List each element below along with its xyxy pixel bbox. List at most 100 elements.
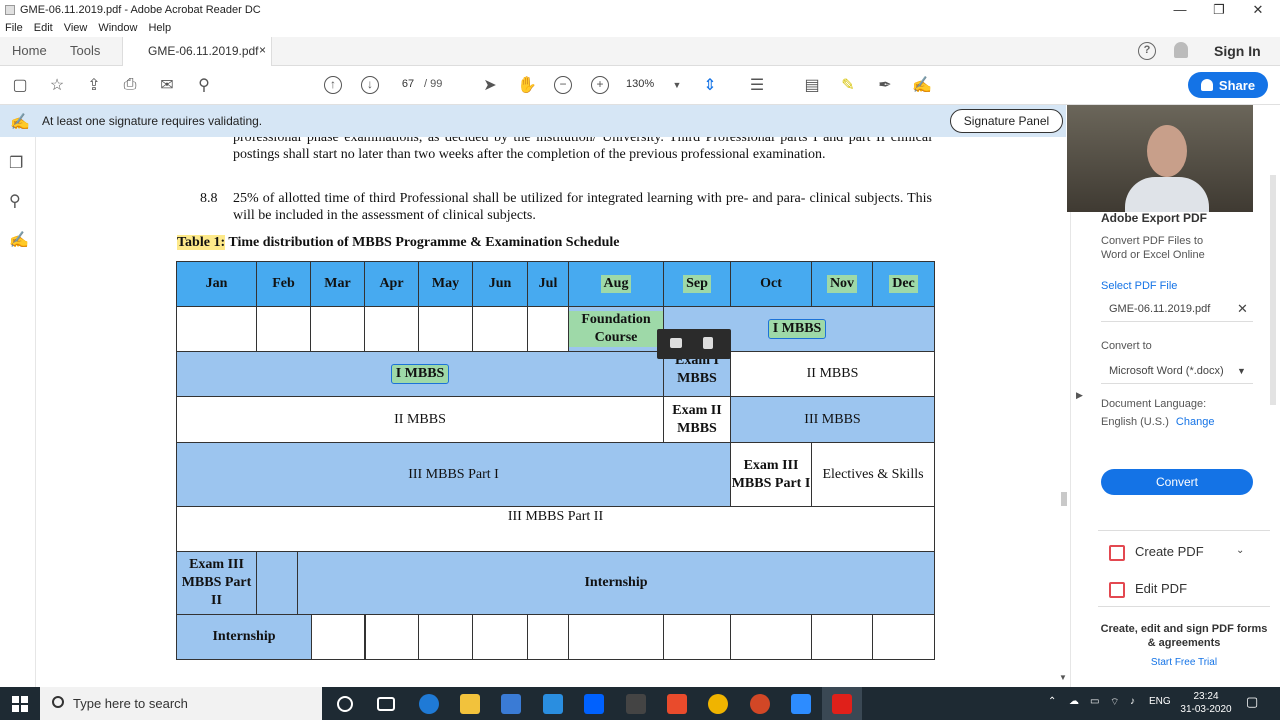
tab-tools[interactable]: Tools [70, 43, 100, 58]
tab-bar: Home Tools GME-06.11.2019.pdf × ? Sign I… [0, 37, 1280, 66]
zoom-in-icon[interactable]: + [590, 75, 610, 95]
windows-taskbar: Type here to search ⌃ ☁ ▭ ⌔ ♪ ENG 23:24 … [0, 687, 1280, 720]
fill-sign-icon[interactable]: ✍ [912, 75, 932, 95]
month-header: Apr [364, 261, 419, 307]
edge-browser-icon[interactable] [419, 694, 439, 714]
mail-icon[interactable] [543, 694, 563, 714]
scroll-mode-icon[interactable]: ☰ [747, 75, 767, 95]
powerpoint-icon[interactable] [750, 694, 770, 714]
document-viewport[interactable]: professional phase examinations, as deci… [37, 137, 1066, 687]
menu-file[interactable]: File [5, 22, 23, 34]
menu-help[interactable]: Help [148, 22, 171, 34]
selected-file-field[interactable]: GME-06.11.2019.pdf ✕ [1101, 298, 1253, 322]
print-icon[interactable]: ⎙ [120, 75, 140, 95]
i-mbbs-annotation[interactable]: I MBBS [767, 319, 827, 339]
cortana-icon[interactable] [337, 696, 353, 712]
zoom-out-icon[interactable]: − [553, 75, 573, 95]
convert-format-select[interactable]: Microsoft Word (*.docx) ▼ [1101, 360, 1253, 384]
fit-page-icon[interactable]: ⇕ [700, 75, 720, 95]
zoom-app-icon[interactable] [791, 694, 811, 714]
next-page-icon[interactable]: ↓ [360, 75, 380, 95]
highlight-pen-icon[interactable]: ✎ [838, 75, 858, 95]
chrome-icon[interactable] [708, 694, 728, 714]
acrobat-taskbar-icon[interactable] [832, 694, 852, 714]
notifications-icon[interactable]: ▢ [1246, 694, 1258, 710]
battery-icon[interactable]: ▭ [1090, 696, 1099, 707]
tray-chevron-icon[interactable]: ⌃ [1048, 696, 1056, 707]
convert-button[interactable]: Convert [1101, 469, 1253, 495]
search-icon[interactable]: ⚲ [194, 75, 214, 95]
signature-notification-bar: ✍ At least one signature requires valida… [0, 105, 1066, 137]
month-label: Dec [889, 275, 918, 293]
windows-start-icon[interactable] [12, 696, 28, 712]
minimize-button[interactable]: — [1160, 0, 1200, 19]
signature-pen-rail-icon[interactable]: ✍ [9, 230, 29, 250]
page-thumbnails-icon[interactable]: ❐ [9, 153, 23, 173]
upload-cloud-icon[interactable]: ⇪ [84, 75, 104, 95]
restore-button[interactable]: ❐ [1199, 0, 1239, 19]
select-pdf-file-label[interactable]: Select PDF File [1101, 279, 1177, 293]
save-icon[interactable]: ▢ [10, 75, 30, 95]
chevron-down-icon[interactable]: ⌄ [1236, 545, 1244, 556]
taskbar-search-box[interactable]: Type here to search [40, 687, 322, 720]
onedrive-cloud-icon[interactable]: ☁ [1069, 696, 1079, 707]
task-view-icon[interactable] [377, 697, 395, 711]
start-free-trial-link[interactable]: Start Free Trial [1098, 657, 1270, 668]
document-tab-label: GME-06.11.2019.pdf [148, 44, 259, 58]
store-icon[interactable] [501, 694, 521, 714]
notes-app-icon[interactable] [626, 694, 646, 714]
page-number-input[interactable]: 67 [396, 78, 420, 94]
scrollbar-thumb[interactable] [1061, 492, 1067, 506]
previous-page-icon[interactable]: ↑ [323, 75, 343, 95]
month-header: Jul [527, 261, 569, 307]
right-scrollbar-thumb[interactable] [1270, 175, 1276, 405]
menu-edit[interactable]: Edit [34, 22, 53, 34]
draw-signature-icon[interactable]: ✒ [875, 75, 895, 95]
share-button[interactable]: Share [1188, 72, 1268, 98]
delete-trash-icon[interactable] [703, 337, 713, 349]
network-icon[interactable]: ⌔ [1110, 696, 1119, 709]
menu-view[interactable]: View [64, 22, 88, 34]
input-language[interactable]: ENG [1149, 696, 1171, 707]
scroll-down-arrow-icon[interactable]: ▼ [1059, 673, 1067, 682]
i-mbbs-annotation[interactable]: I MBBS [390, 364, 450, 384]
zoom-level-select[interactable]: 130% [626, 78, 654, 90]
bookmark-star-icon[interactable]: ☆ [47, 75, 67, 95]
menu-window[interactable]: Window [98, 22, 137, 34]
edit-pdf-tool[interactable]: Edit PDF [1109, 581, 1187, 598]
close-window-button[interactable]: ✕ [1238, 0, 1278, 19]
email-icon[interactable]: ✉ [157, 75, 177, 95]
file-explorer-icon[interactable] [460, 694, 480, 714]
hand-tool-icon[interactable]: ✋ [517, 75, 537, 95]
edit-pdf-label: Edit PDF [1135, 581, 1188, 596]
empty-cell [568, 614, 664, 660]
document-language-value: English (U.S.) [1101, 416, 1169, 428]
attachments-paperclip-icon[interactable]: ⚲ [9, 191, 21, 211]
zoom-dropdown-chevron-icon[interactable]: ▼ [667, 75, 687, 95]
dropbox-icon[interactable] [584, 694, 604, 714]
notification-bell-icon[interactable] [1174, 42, 1188, 58]
comment-icon[interactable]: ▤ [802, 75, 822, 95]
clear-file-icon[interactable]: ✕ [1237, 301, 1248, 317]
tab-home[interactable]: Home [12, 43, 47, 58]
sign-in-link[interactable]: Sign In [1214, 43, 1261, 59]
system-clock[interactable]: 23:24 31-03-2020 [1176, 690, 1236, 716]
volume-icon[interactable]: ♪ [1130, 696, 1135, 707]
help-icon[interactable]: ? [1138, 42, 1156, 60]
create-pdf-tool[interactable]: Create PDF [1109, 544, 1204, 561]
month-label: Sep [683, 275, 711, 293]
close-tab-icon[interactable]: × [259, 43, 266, 57]
tab-document[interactable]: GME-06.11.2019.pdf × [122, 37, 272, 66]
foundation-course-cell: Foundation Course [568, 306, 664, 352]
office-icon[interactable] [667, 694, 687, 714]
empty-cell [256, 306, 311, 352]
document-scrollbar[interactable]: ▼ [1058, 137, 1070, 687]
change-language-link[interactable]: Change [1176, 416, 1215, 428]
select-cursor-icon[interactable]: ➤ [480, 75, 500, 95]
annotation-popup-toolbar [657, 329, 731, 359]
collapse-right-panel-icon[interactable]: ▶ [1076, 390, 1083, 401]
signature-panel-button[interactable]: Signature Panel [950, 109, 1063, 133]
comment-bubble-icon[interactable] [670, 338, 682, 348]
month-label: Nov [826, 275, 858, 293]
right-panel-scrollbar[interactable] [1267, 160, 1279, 605]
